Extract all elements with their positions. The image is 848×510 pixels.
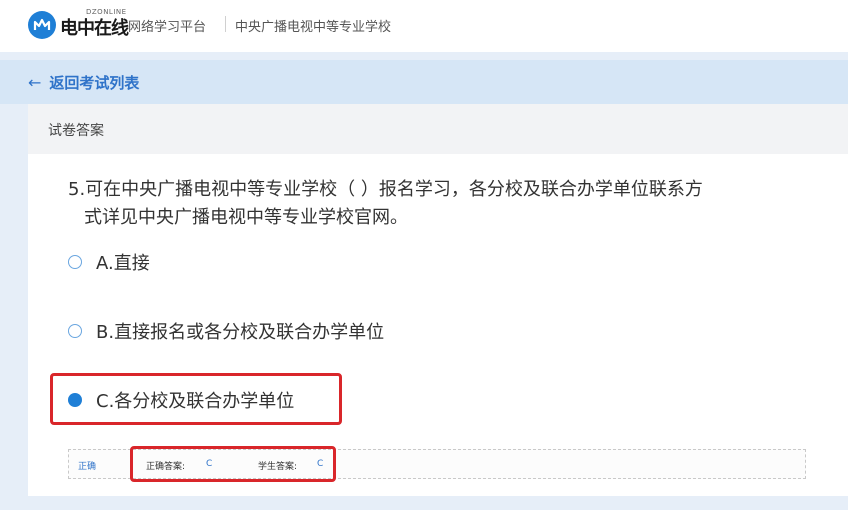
arrow-left-icon: ← <box>28 73 42 92</box>
logo-icon <box>28 11 56 39</box>
back-to-exam-list-link[interactable]: ← 返回考试列表 <box>28 72 139 93</box>
site-logo[interactable]: 电中在线 DZONLINE <box>28 8 129 40</box>
option-b-label: B.直接报名或各分校及联合办学单位 <box>96 322 385 343</box>
radio-unchecked-icon[interactable] <box>68 255 82 269</box>
answer-highlight-frame <box>130 446 336 482</box>
question-line-1: 5.可在中央广播电视中等专业学校（ ）报名学习，各分校及联合办学单位联系方 <box>68 179 703 200</box>
top-header: 电中在线 DZONLINE 网络学习平台 中央广播电视中等专业学校 <box>0 0 848 52</box>
platform-label: 网络学习平台 <box>128 20 207 35</box>
option-c-highlight-frame <box>50 373 342 425</box>
option-a[interactable]: A.直接 <box>68 249 150 275</box>
school-name: 中央广播电视中等专业学校 <box>235 20 392 35</box>
logo-text: 电中在线 <box>60 18 129 39</box>
logo-subtext: DZONLINE <box>86 8 127 16</box>
option-a-label: A.直接 <box>96 253 150 274</box>
header-divider <box>225 16 226 32</box>
question-text: 5.可在中央广播电视中等专业学校（ ）报名学习，各分校及联合办学单位联系方 式详… <box>68 176 828 232</box>
answer-status: 正确 <box>78 462 97 472</box>
card-header: 试卷答案 <box>28 104 848 154</box>
answer-card: 试卷答案 <box>28 104 848 496</box>
radio-unchecked-icon[interactable] <box>68 324 82 338</box>
option-b[interactable]: B.直接报名或各分校及联合办学单位 <box>68 318 384 344</box>
back-link-label: 返回考试列表 <box>49 74 140 92</box>
card-title: 试卷答案 <box>48 123 104 139</box>
question-line-2: 式详见中央广播电视中等专业学校官网。 <box>84 207 408 228</box>
